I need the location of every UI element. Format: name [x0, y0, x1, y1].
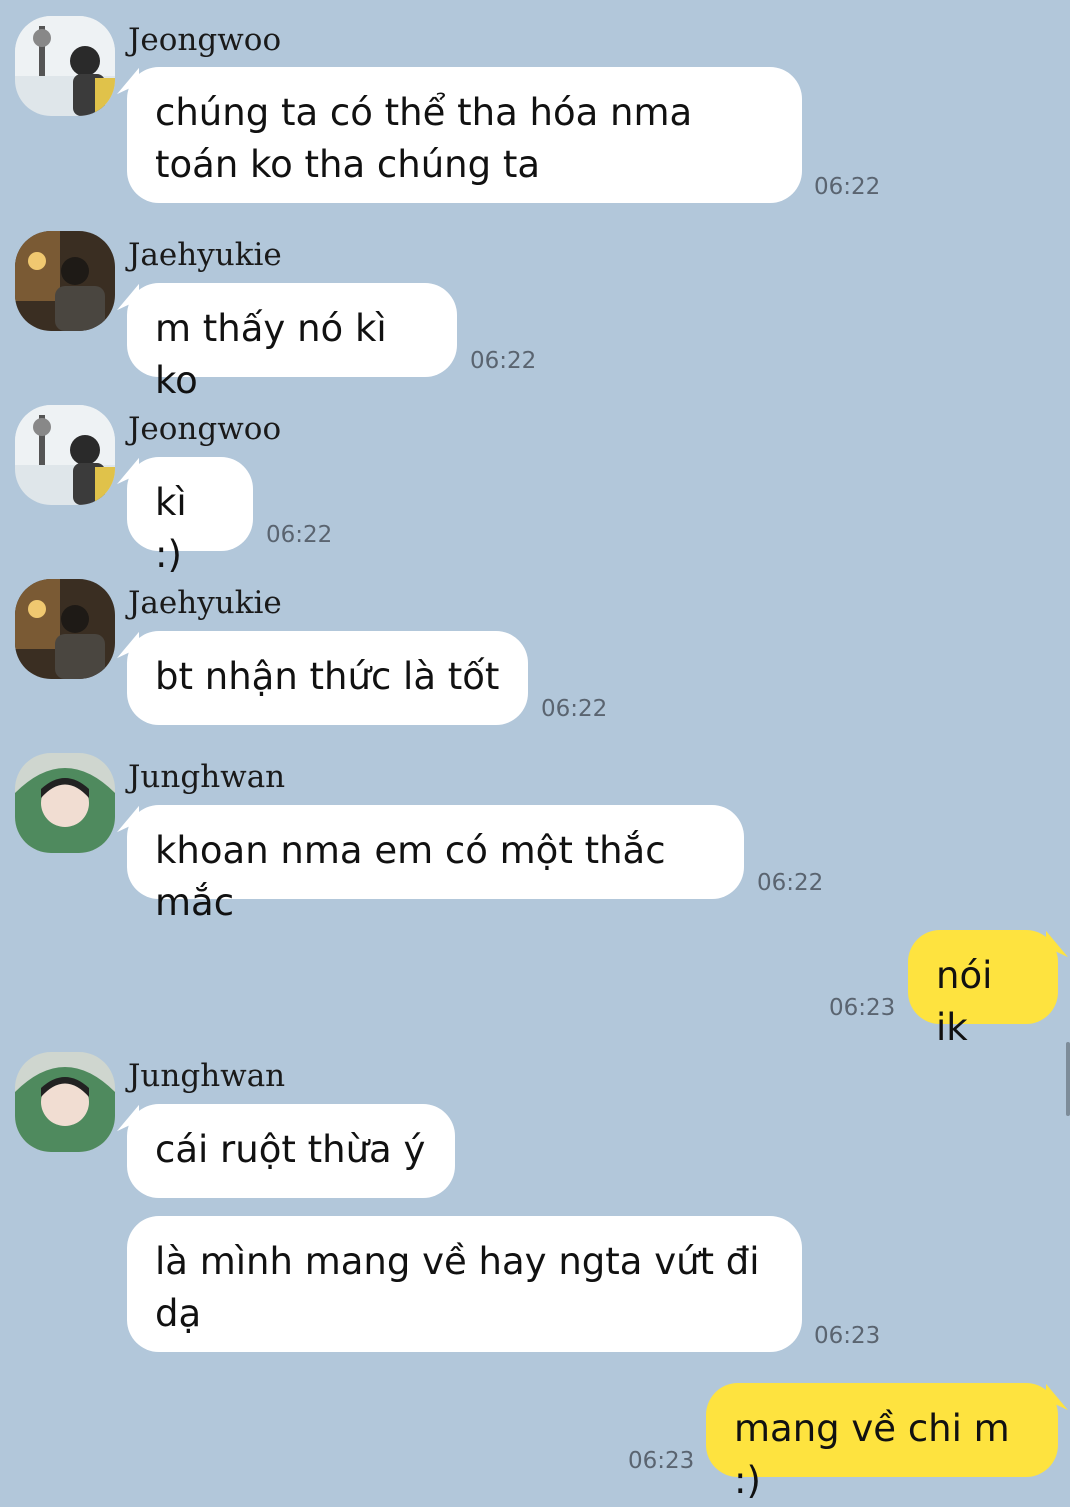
avatar-image: [15, 16, 115, 116]
sender-name: Jaehyukie: [128, 585, 282, 621]
avatar-jeongwoo[interactable]: [15, 405, 115, 505]
scrollbar[interactable]: [1066, 1042, 1070, 1116]
message-bubble[interactable]: khoan nma em có một thắc mắc: [127, 805, 744, 924]
avatar-image: [15, 231, 115, 331]
avatar-junghwan[interactable]: [15, 753, 115, 853]
message-timestamp: 06:22: [757, 870, 824, 896]
avatar-junghwan[interactable]: [15, 1052, 115, 1152]
message-bubble[interactable]: chúng ta có thể tha hóa nma toán ko tha …: [127, 67, 802, 203]
my-message-bubble[interactable]: mang về chi m :): [706, 1383, 1058, 1502]
message-bubble[interactable]: là mình mang về hay ngta vứt đi dạ: [127, 1216, 802, 1352]
message-bubble[interactable]: kì :): [127, 457, 253, 576]
avatar-image: [15, 1052, 115, 1152]
message-timestamp: 06:23: [829, 995, 896, 1021]
sender-name: Junghwan: [128, 1058, 286, 1094]
message-timestamp: 06:22: [814, 174, 881, 200]
avatar-jaehyukie[interactable]: [15, 231, 115, 331]
message-timestamp: 06:22: [266, 522, 333, 548]
sender-name: Jeongwoo: [128, 411, 282, 447]
sender-name: Jeongwoo: [128, 22, 282, 58]
avatar-image: [15, 405, 115, 505]
message-timestamp: 06:23: [814, 1323, 881, 1349]
message-bubble[interactable]: m thấy nó kì ko: [127, 283, 457, 402]
avatar-image: [15, 753, 115, 853]
message-timestamp: 06:23: [628, 1448, 695, 1474]
sender-name: Junghwan: [128, 759, 286, 795]
sender-name: Jaehyukie: [128, 237, 282, 273]
message-timestamp: 06:22: [541, 696, 608, 722]
message-bubble[interactable]: bt nhận thức là tốt: [127, 631, 528, 725]
avatar-image: [15, 579, 115, 679]
avatar-jeongwoo[interactable]: [15, 16, 115, 116]
message-timestamp: 06:22: [470, 348, 537, 374]
my-message-bubble[interactable]: nói ik: [908, 930, 1058, 1049]
avatar-jaehyukie[interactable]: [15, 579, 115, 679]
message-bubble[interactable]: cái ruột thừa ý: [127, 1104, 455, 1198]
